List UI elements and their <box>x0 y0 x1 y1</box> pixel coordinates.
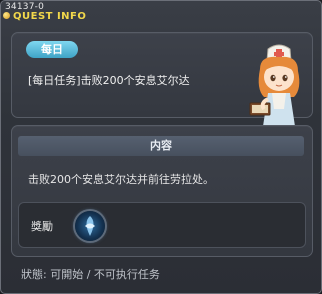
window-title: QUEST INFO <box>13 11 87 22</box>
content-header: 内容 <box>18 136 304 156</box>
quest-description: 击败200个安息艾尔达并前往劳拉处。 <box>28 173 214 186</box>
exp-orb-glyph <box>85 216 95 236</box>
quest-info-window: 34137-0 QUEST INFO 每日 [每日任务]击败200个安息艾尔达 <box>0 0 322 294</box>
quest-content-panel: 内容 击败200个安息艾尔达并前往劳拉处。 獎勵 <box>11 125 313 257</box>
reward-label: 獎勵 <box>31 220 53 233</box>
daily-category-badge: 每日 <box>26 41 78 58</box>
reward-box: 獎勵 <box>18 202 306 248</box>
exp-orb-icon[interactable] <box>75 211 105 241</box>
quest-name: [每日任务]击败200个安息艾尔达 <box>28 74 190 87</box>
quest-summary-panel: 每日 [每日任务]击败200个安息艾尔达 <box>11 32 313 139</box>
title-bullet-icon <box>3 12 10 19</box>
quest-status: 狀態: 可開始 / 不可执行任务 <box>21 268 160 281</box>
